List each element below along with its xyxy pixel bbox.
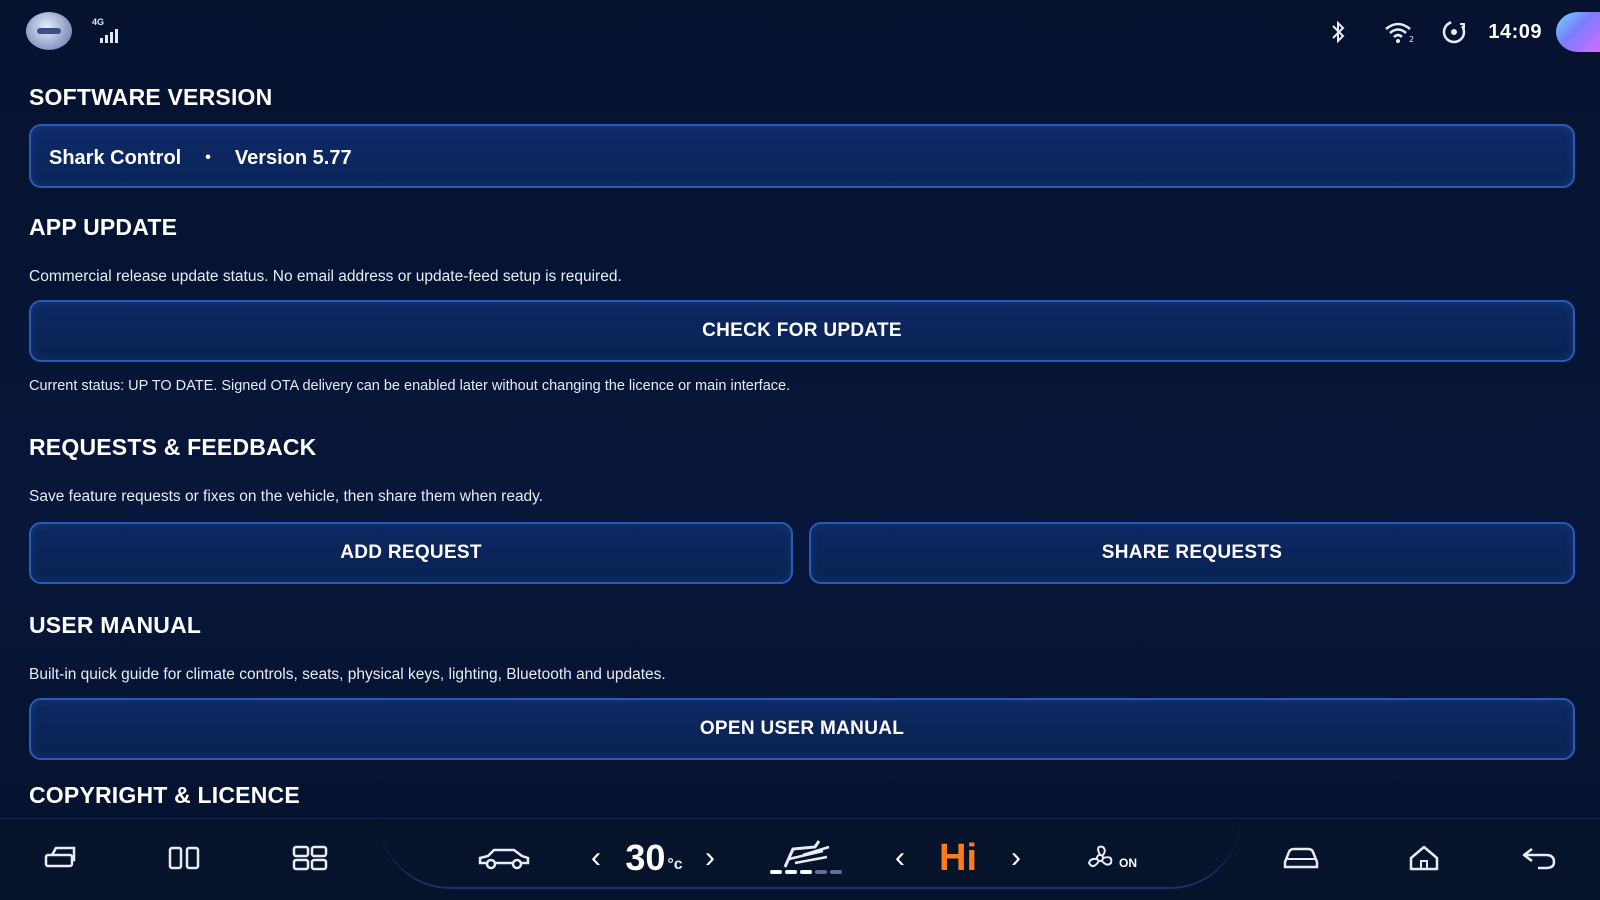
vehicle-mode-icon[interactable] xyxy=(38,837,82,879)
seat-heat-segment xyxy=(800,870,812,874)
screen: 4G 2 14:09 SOFTWARE VERSION Shark Contro… xyxy=(0,0,1600,900)
user-manual-title: USER MANUAL xyxy=(29,612,202,638)
signal-icon: 4G xyxy=(92,17,128,45)
temp-decrease-button[interactable]: ‹ xyxy=(584,837,608,879)
status-bar: 4G 2 14:09 xyxy=(0,0,1600,62)
app-version: Version 5.77 xyxy=(234,146,352,169)
fan-decrease-button[interactable]: ‹ xyxy=(888,837,912,879)
temperature-display: 30 °c xyxy=(616,837,692,879)
software-version-title: SOFTWARE VERSION xyxy=(29,84,273,110)
back-icon[interactable] xyxy=(1516,837,1562,879)
app-update-title: APP UPDATE xyxy=(29,214,178,240)
software-version-panel: Shark Control • Version 5.77 xyxy=(29,124,1575,188)
requests-description: Save feature requests or fixes on the ve… xyxy=(29,488,544,505)
add-request-button[interactable]: ADD REQUEST xyxy=(29,522,793,584)
bottom-dock: ‹ 30 °c › ‹ Hi › ON xyxy=(0,818,1600,900)
seat-heat-segment xyxy=(785,870,797,874)
app-name: Shark Control xyxy=(49,146,182,169)
fan-increase-button[interactable]: › xyxy=(1004,837,1028,879)
share-requests-button[interactable]: SHARE REQUESTS xyxy=(809,522,1575,584)
fan-icon xyxy=(1087,845,1113,867)
seat-heat-segment xyxy=(770,870,782,874)
seat-heat-segment xyxy=(815,870,827,874)
copyright-title: COPYRIGHT & LICENCE xyxy=(29,782,300,808)
seat-heat-segment xyxy=(830,870,842,874)
car-climate-icon[interactable] xyxy=(474,837,534,879)
temp-increase-button[interactable]: › xyxy=(698,837,722,879)
user-manual-description: Built-in quick guide for climate control… xyxy=(29,666,666,683)
launcher-icon[interactable] xyxy=(26,12,72,50)
wifi-icon[interactable]: 2 xyxy=(1380,12,1420,52)
check-for-update-button[interactable]: CHECK FOR UPDATE xyxy=(29,300,1575,362)
fan-state: ON xyxy=(1119,856,1137,870)
update-status-text: Current status: UP TO DATE. Signed OTA d… xyxy=(29,378,791,394)
clock: 14:09 xyxy=(1488,20,1542,43)
temperature-unit: °c xyxy=(667,856,683,873)
fan-level: Hi xyxy=(939,836,977,879)
svg-text:2: 2 xyxy=(1409,35,1414,44)
split-view-icon[interactable] xyxy=(162,837,206,879)
app-update-description: Commercial release update status. No ema… xyxy=(29,268,622,285)
bluetooth-icon[interactable] xyxy=(1318,12,1358,52)
hotspot-icon[interactable] xyxy=(1434,12,1474,52)
seat-heat-icon[interactable] xyxy=(772,833,842,875)
requests-title: REQUESTS & FEEDBACK xyxy=(29,434,317,460)
open-user-manual-button[interactable]: OPEN USER MANUAL xyxy=(29,698,1575,760)
fan-power-button[interactable]: ON xyxy=(1078,837,1142,879)
assistant-orb-icon[interactable] xyxy=(1556,12,1600,52)
temperature-value: 30 xyxy=(625,837,666,878)
home-icon[interactable] xyxy=(1402,837,1446,879)
seat-heat-level-indicator xyxy=(770,870,842,874)
vehicle-icon[interactable] xyxy=(1278,837,1324,879)
separator-dot: • xyxy=(205,149,211,166)
app-grid-icon[interactable] xyxy=(288,837,332,879)
